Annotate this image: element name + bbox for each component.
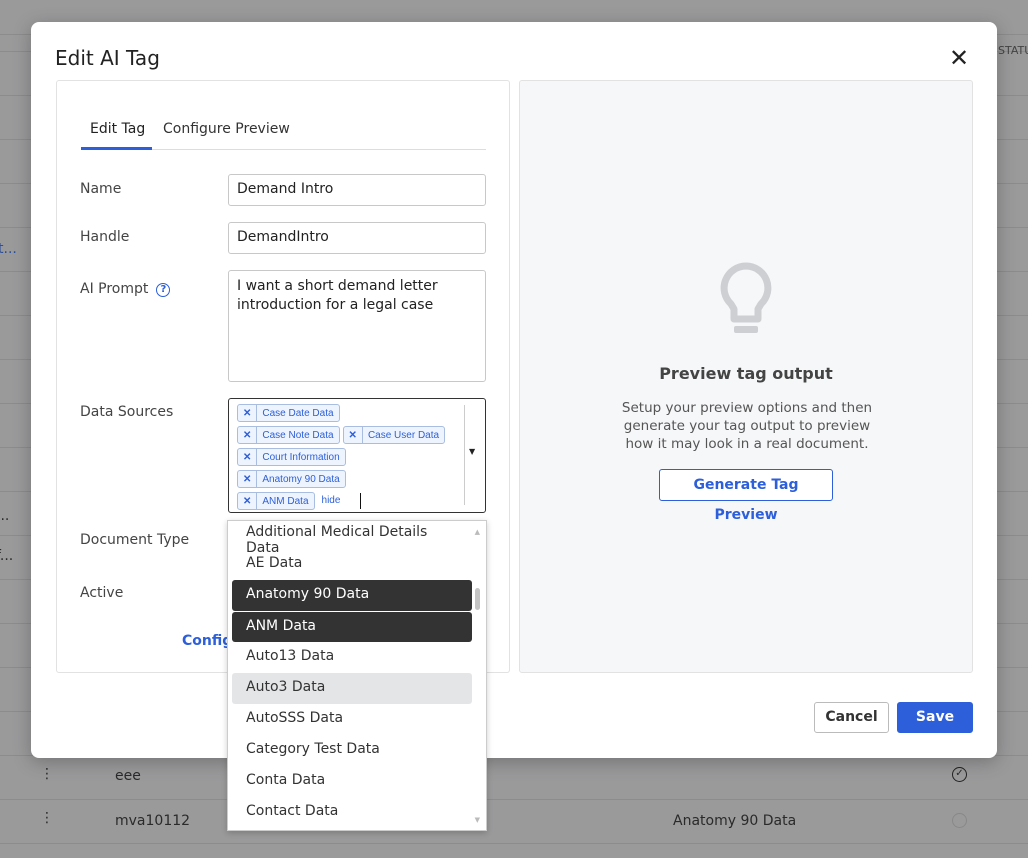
handle-label: Handle — [80, 229, 130, 245]
close-icon[interactable]: ✕ — [949, 46, 969, 70]
active-tab-indicator — [81, 147, 152, 150]
dropdown-option-selected[interactable]: Anatomy 90 Data — [232, 580, 472, 611]
ai-prompt-label: AI Prompt — [80, 281, 149, 297]
row-fragment-link[interactable]: t... — [0, 241, 17, 257]
ai-prompt-textarea[interactable]: I want a short demand letter introductio… — [228, 270, 486, 382]
name-label: Name — [80, 181, 122, 197]
status-column-header[interactable]: STATUS — [998, 44, 1028, 57]
data-source-chip: ✕ ANM Data — [237, 492, 315, 510]
data-sources-search-input[interactable]: hide — [322, 493, 362, 509]
remove-chip-icon[interactable]: ✕ — [238, 471, 258, 487]
document-type-dropdown-list[interactable]: Additional Medical Details Data AE Data … — [227, 520, 487, 831]
remove-chip-icon[interactable]: ✕ — [238, 449, 258, 465]
data-sources-label: Data Sources — [80, 404, 174, 420]
row-menu-icon[interactable]: ⋮ — [40, 810, 54, 826]
row-name: mva10112 — [115, 813, 191, 829]
dropdown-option[interactable]: Additional Medical Details Data — [232, 521, 472, 556]
dropdown-option-hovered[interactable]: Auto3 Data — [232, 673, 472, 704]
row-name: eee — [115, 768, 141, 784]
dropdown-option[interactable]: Category Test Data — [232, 735, 472, 766]
dropdown-option[interactable]: Contact Data — [232, 797, 472, 828]
name-input[interactable]: Demand Intro — [228, 174, 486, 206]
remove-chip-icon[interactable]: ✕ — [238, 493, 258, 509]
edit-ai-tag-modal: Edit AI Tag ✕ Edit Tag Configure Preview… — [31, 22, 997, 758]
active-label: Active — [80, 585, 124, 601]
preview-description: Setup your preview options and then gene… — [621, 400, 873, 452]
dropdown-option[interactable]: Conta Data — [232, 766, 472, 797]
row-menu-icon[interactable]: ⋮ — [40, 766, 54, 782]
data-source-chip: ✕ Anatomy 90 Data — [237, 470, 346, 488]
tab-edit-tag[interactable]: Edit Tag — [90, 121, 145, 137]
preview-panel: Preview tag output Setup your preview op… — [519, 80, 973, 673]
data-source-chip: ✕ Case Date Data — [237, 404, 340, 422]
dropdown-option[interactable]: Auto13 Data — [232, 642, 472, 673]
dropdown-option-selected[interactable]: ANM Data — [232, 612, 472, 642]
scroll-up-icon[interactable]: ▲ — [475, 528, 480, 536]
tab-configure-preview[interactable]: Configure Preview — [163, 121, 290, 137]
modal-title: Edit AI Tag — [55, 46, 160, 70]
remove-chip-icon[interactable]: ✕ — [238, 405, 258, 421]
remove-chip-icon[interactable]: ✕ — [238, 427, 258, 443]
row-document-type: Anatomy 90 Data — [673, 813, 797, 829]
data-source-chip: ✕ Court Information — [237, 448, 346, 466]
handle-input[interactable]: DemandIntro — [228, 222, 486, 254]
cancel-button[interactable]: Cancel — [814, 702, 889, 733]
row-fragment: f... — [0, 548, 14, 564]
data-sources-multiselect[interactable]: ✕ Case Date Data ✕ Case Note Data ✕ Case Us… — [228, 398, 486, 513]
scrollbar-thumb[interactable] — [475, 588, 480, 610]
scroll-down-icon[interactable]: ▼ — [475, 816, 480, 824]
data-source-chip: ✕ Case User Data — [342, 426, 446, 444]
preview-heading: Preview tag output — [659, 364, 833, 383]
remove-chip-icon[interactable]: ✕ — [344, 427, 363, 443]
dropdown-option[interactable]: AutoSSS Data — [232, 704, 472, 735]
help-icon[interactable]: ? — [156, 283, 171, 297]
generate-tag-preview-button[interactable]: Generate Tag Preview — [659, 469, 833, 523]
chevron-down-icon[interactable]: ▼ — [469, 447, 475, 456]
lightbulb-icon — [720, 262, 772, 333]
data-source-chip: ✕ Case Note Data — [237, 426, 340, 444]
ai-prompt-label-row: AI Prompt? — [80, 281, 171, 297]
row-fragment: ... — [0, 508, 10, 524]
document-type-label: Document Type — [80, 532, 190, 548]
empty-circle-icon[interactable] — [952, 813, 967, 828]
save-button[interactable]: Save — [897, 702, 973, 733]
check-circle-icon[interactable]: ✓ — [952, 767, 967, 782]
